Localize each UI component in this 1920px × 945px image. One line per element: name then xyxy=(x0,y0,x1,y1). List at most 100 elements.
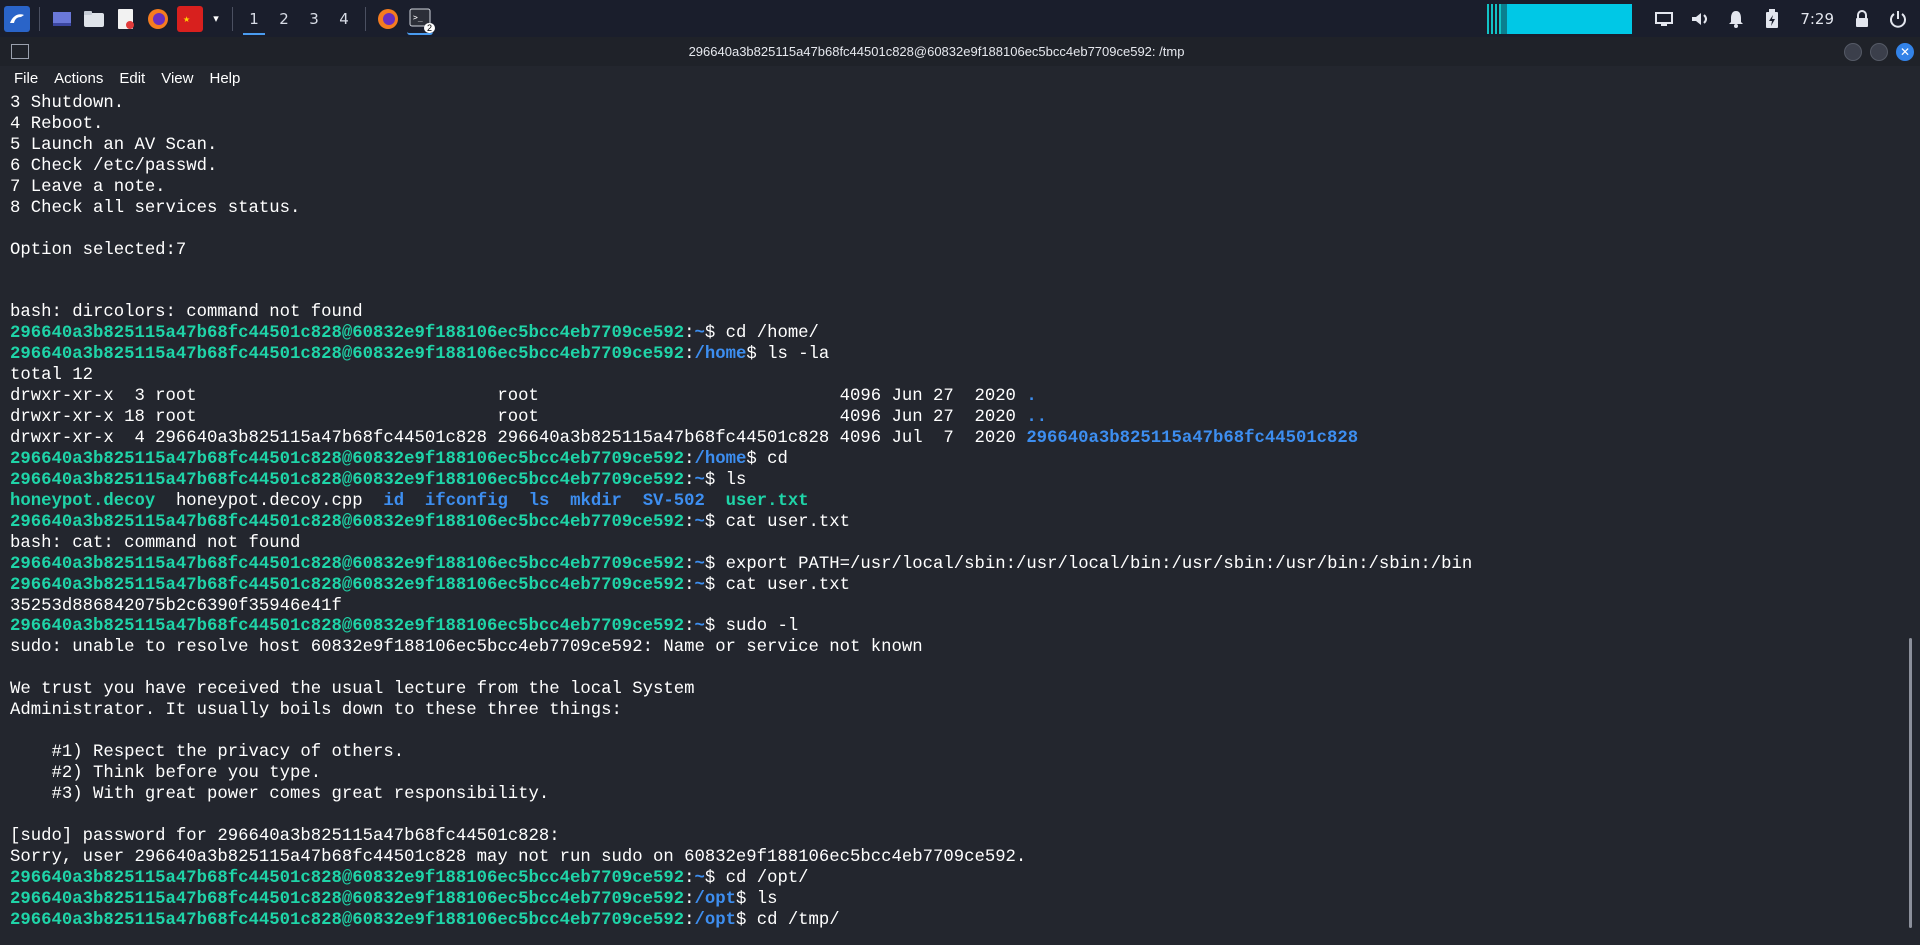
terminal-line: 296640a3b825115a47b68fc44501c828@60832e9… xyxy=(10,911,1472,932)
svg-text:>_: >_ xyxy=(413,13,423,22)
terminal-line: 296640a3b825115a47b68fc44501c828@60832e9… xyxy=(10,513,1472,534)
chevron-down-icon[interactable]: ▾ xyxy=(209,6,223,32)
menu-file[interactable]: File xyxy=(14,70,38,87)
prompt-separator: : xyxy=(684,345,695,365)
output-text: 3 Shutdown. xyxy=(10,94,125,113)
workspace-3[interactable]: 3 xyxy=(299,0,329,37)
prompt-user-host: 296640a3b825115a47b68fc44501c828@60832e9… xyxy=(10,889,685,909)
prompt-separator: : xyxy=(684,868,695,888)
menubar: File Actions Edit View Help xyxy=(0,66,1920,90)
output-text: sudo: unable to resolve host 60832e9f188… xyxy=(10,638,923,658)
terminal-line: drwxr-xr-x 3 root root 4096 Jun 27 2020 … xyxy=(10,387,1472,408)
terminal-line: 6 Check /etc/passwd. xyxy=(10,157,1472,178)
command-text: cat user.txt xyxy=(725,512,851,532)
menu-actions[interactable]: Actions xyxy=(54,70,103,87)
power-icon[interactable] xyxy=(1886,7,1910,31)
workspace-2[interactable]: 2 xyxy=(269,0,299,37)
menu-help[interactable]: Help xyxy=(209,70,240,87)
prompt-user-host: 296640a3b825115a47b68fc44501c828@60832e9… xyxy=(10,345,685,365)
terminal-line: 4 Reboot. xyxy=(10,115,1472,136)
text-editor-icon[interactable] xyxy=(113,6,139,32)
terminal-line: 296640a3b825115a47b68fc44501c828@60832e9… xyxy=(10,617,1472,638)
prompt-symbol: $ xyxy=(704,575,726,595)
file-spacer xyxy=(508,492,529,511)
prompt-user-host: 296640a3b825115a47b68fc44501c828@60832e9… xyxy=(10,575,685,595)
window-title: 296640a3b825115a47b68fc44501c828@60832e9… xyxy=(688,44,1185,59)
terminal-lines: 3 Shutdown. 4 Reboot. 5 Launch an AV Scan.… xyxy=(10,94,1472,932)
kali-menu-icon[interactable] xyxy=(4,5,30,32)
output-text: 6 Check /etc/passwd. xyxy=(10,156,218,176)
prompt-symbol: $ xyxy=(735,889,757,909)
terminal-line: 296640a3b825115a47b68fc44501c828@60832e9… xyxy=(10,450,1472,471)
taskbar-separator xyxy=(365,6,366,31)
window-titlebar[interactable]: 296640a3b825115a47b68fc44501c828@60832e9… xyxy=(0,37,1920,66)
command-text: cd xyxy=(767,449,788,469)
firefox-icon[interactable] xyxy=(145,6,171,32)
close-button[interactable]: ✕ xyxy=(1896,42,1914,61)
menu-view[interactable]: View xyxy=(161,70,193,87)
terminal-scrollbar[interactable] xyxy=(1900,90,1920,945)
display-icon[interactable] xyxy=(1652,7,1676,31)
show-desktop-icon[interactable] xyxy=(49,6,75,32)
terminal-line: 296640a3b825115a47b68fc44501c828@60832e9… xyxy=(10,324,1472,345)
terminal-line: 296640a3b825115a47b68fc44501c828@60832e9… xyxy=(10,576,1472,597)
minimize-button[interactable] xyxy=(1844,42,1862,61)
prompt-path: /opt xyxy=(694,910,736,930)
workspace-4[interactable]: 4 xyxy=(329,0,359,37)
terminal-line: total 12 xyxy=(10,366,1472,387)
prompt-separator: : xyxy=(684,910,695,930)
taskbar-separator xyxy=(232,6,233,31)
prompt-symbol: $ xyxy=(735,910,757,930)
workspace-1[interactable]: 1 xyxy=(239,0,269,37)
system-tray: 7:29 xyxy=(1487,0,1920,37)
prompt-user-host: 296640a3b825115a47b68fc44501c828@60832e9… xyxy=(10,512,685,532)
command-text: cd /home/ xyxy=(725,324,819,344)
output-text: bash: dircolors: command not found xyxy=(10,303,363,323)
file-spacer xyxy=(363,492,384,511)
terminal-output[interactable]: 3 Shutdown. 4 Reboot. 5 Launch an AV Scan.… xyxy=(0,90,1900,945)
terminal-line: 7 Leave a note. xyxy=(10,178,1472,199)
lock-icon[interactable] xyxy=(1850,7,1874,31)
prompt-separator: : xyxy=(684,575,695,595)
terminal-line: 296640a3b825115a47b68fc44501c828@60832e9… xyxy=(10,345,1472,366)
prompt-path: ~ xyxy=(694,554,705,574)
notification-bell-icon[interactable] xyxy=(1724,7,1748,31)
prompt-symbol: $ xyxy=(704,554,726,574)
ls-entry: drwxr-xr-x 3 root root 4096 Jun 27 2020 xyxy=(10,387,1027,407)
file-spacer xyxy=(705,492,726,511)
terminal-window-icon[interactable]: >_ 2 xyxy=(407,3,435,35)
output-text: We trust you have received the usual lec… xyxy=(10,680,695,700)
prompt-user-host: 296640a3b825115a47b68fc44501c828@60832e9… xyxy=(10,449,685,469)
scrollbar-thumb[interactable] xyxy=(1909,638,1912,928)
volume-icon[interactable] xyxy=(1688,7,1712,31)
battery-icon[interactable] xyxy=(1760,7,1784,31)
prompt-path: ~ xyxy=(694,575,705,595)
prompt-symbol: $ xyxy=(704,617,726,637)
terminal-app-icon[interactable] xyxy=(11,44,29,59)
file-spacer xyxy=(549,492,570,511)
file-manager-icon[interactable] xyxy=(81,6,107,32)
output-text: bash: cat: command not found xyxy=(10,533,301,553)
clock[interactable]: 7:29 xyxy=(1800,10,1834,28)
command-text: ls -la xyxy=(767,345,830,365)
output-text: 4 Reboot. xyxy=(10,114,104,134)
maximize-button[interactable] xyxy=(1870,42,1888,61)
command-text: ls xyxy=(725,470,747,490)
menu-edit[interactable]: Edit xyxy=(119,70,145,87)
firefox-window-icon[interactable] xyxy=(375,6,401,32)
output-text: #2) Think before you type. xyxy=(10,764,322,783)
prompt-symbol: $ xyxy=(704,512,726,532)
prompt-path: /home xyxy=(694,449,747,469)
output-text: Option selected:7 xyxy=(10,240,187,260)
cpu-graph[interactable] xyxy=(1501,3,1633,34)
taskbar-separator xyxy=(39,6,40,31)
app-launcher-icon[interactable]: ★ xyxy=(177,5,203,32)
ls-entry: drwxr-xr-x 4 296640a3b825115a47b68fc4450… xyxy=(10,429,1027,448)
output-text: 7 Leave a note. xyxy=(10,177,166,197)
terminal-line: 296640a3b825115a47b68fc44501c828@60832e9… xyxy=(10,555,1472,576)
